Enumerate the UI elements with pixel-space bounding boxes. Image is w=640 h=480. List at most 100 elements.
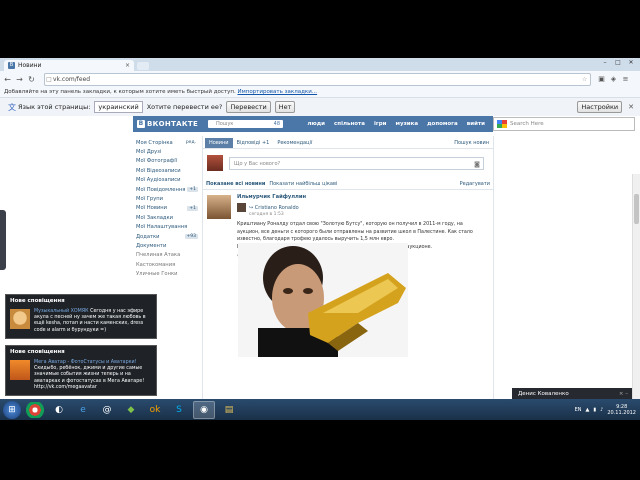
hamster-icon (10, 309, 30, 329)
camera-icon[interactable]: ◙ (474, 158, 480, 171)
wrench-icon[interactable]: ≡ (621, 75, 630, 84)
show-interesting[interactable]: Показати найбільш цікаві (269, 181, 337, 187)
tab-news[interactable]: Новини (205, 138, 233, 148)
post-author[interactable]: Ильмурчик Гайфуллин (237, 194, 489, 200)
left-menu-item[interactable]: Документи (136, 241, 198, 250)
network-icon[interactable]: ▮ (593, 407, 596, 413)
chrome-active-taskbar-icon[interactable]: ◉ (193, 400, 215, 419)
left-menu-item[interactable]: Додатки +93 (136, 232, 198, 241)
forward-arrow-icon[interactable]: → (15, 75, 24, 84)
language-select[interactable]: украинский (94, 101, 143, 113)
left-menu-item[interactable]: Мої Групи (136, 194, 198, 203)
left-menu-app[interactable]: Кастокомания (136, 260, 198, 269)
star-icon[interactable]: ☆ (582, 76, 590, 83)
explorer-taskbar-icon[interactable]: ▤ (219, 402, 239, 418)
vk-top-menu: люди спільнота ігри музика допомога вийт… (307, 121, 485, 127)
left-menu-item[interactable]: Мої Аудіозаписи (136, 176, 198, 185)
notification-popup[interactable]: Нове сповіщення Музыкальный ХОМЯК Сегодн… (5, 294, 157, 339)
menu-people[interactable]: люди (307, 121, 325, 127)
extension-icon[interactable]: ▣ (597, 75, 606, 84)
close-window-icon[interactable]: ✕ (626, 59, 636, 67)
skype-taskbar-icon[interactable]: S (169, 402, 189, 418)
translate-bar: 文 Язык этой страницы: украинский Хотите … (0, 98, 640, 117)
show-all-news[interactable]: Показане всі новини (206, 181, 265, 187)
menu-help[interactable]: допомога (427, 121, 458, 127)
left-menu-item[interactable]: Мої Налаштування (136, 223, 198, 232)
translate-label: Язык этой страницы: (18, 103, 91, 111)
left-menu-item[interactable]: Мої Повідомлення +1 (136, 185, 198, 194)
bookmarks-hint: Добавляйте на эту панель закладки, к кот… (4, 89, 236, 95)
menu-logout[interactable]: вийти (467, 121, 485, 127)
left-menu-item[interactable]: Мої Закладки (136, 213, 198, 222)
left-menu-item[interactable]: Мої Новини +1 (136, 204, 198, 213)
translate-settings-button[interactable]: Настройки (577, 101, 623, 113)
scrollbar-thumb[interactable] (634, 194, 639, 224)
menu-communities[interactable]: спільнота (334, 121, 365, 127)
minimize-icon[interactable]: – (600, 59, 610, 67)
google-search-box[interactable]: Search Here (493, 117, 635, 131)
avatar[interactable] (207, 155, 223, 171)
notification-app-name[interactable]: Мега Аватар - ФотоСтатусы и Аватарки! (34, 360, 137, 365)
back-arrow-icon[interactable]: ← (3, 75, 12, 84)
browser-taskbar-icon[interactable]: ◐ (49, 402, 69, 418)
extension-icon[interactable]: ◈ (609, 75, 618, 84)
maximize-icon[interactable]: □ (613, 59, 623, 67)
clock[interactable]: 9:28 20.11.2012 (607, 404, 636, 416)
new-post-box: Що у Вас нового? ◙ (207, 153, 489, 173)
translate-button[interactable]: Перевести (226, 101, 271, 113)
vk-header: B ВКОНТАКТЕ Пошук 48 люди спільнота ігри… (133, 116, 493, 132)
left-menu-item[interactable]: Моя Сторінка ред. (136, 138, 198, 147)
vk-logo[interactable]: B ВКОНТАКТЕ (137, 120, 198, 128)
extension-icons: ▣ ◈ ≡ (597, 75, 630, 84)
shared-author[interactable]: Cristiano Ronaldo (255, 205, 299, 211)
import-bookmarks-link[interactable]: Импортировать закладки... (237, 89, 317, 95)
tray-arrow-icon[interactable]: ▲ (586, 407, 590, 413)
menu-music[interactable]: музика (396, 121, 419, 127)
reload-icon[interactable]: ↻ (27, 75, 36, 84)
translate-question: Хотите перевести ее? (146, 103, 223, 111)
translate-close-icon[interactable]: ✕ (628, 103, 634, 111)
left-menu-app[interactable]: Уличные Гонки (136, 269, 198, 278)
tab-title: Новини (18, 62, 42, 69)
page-icon: □ (46, 75, 52, 83)
news-search-link[interactable]: Пошук новин (450, 138, 493, 148)
left-menu-item[interactable]: Мої Відеозаписи (136, 166, 198, 175)
post-author-avatar[interactable] (207, 195, 231, 219)
menu-games[interactable]: ігри (374, 121, 387, 127)
notification-popup[interactable]: Нове сповіщення Мега Аватар - ФотоСтатус… (5, 345, 157, 397)
volume-icon[interactable]: ♪ (600, 407, 603, 413)
no-translate-button[interactable]: Нет (274, 101, 296, 113)
tab-close-icon[interactable]: × (125, 62, 130, 69)
browser-tab[interactable]: B Новини × (4, 60, 134, 71)
side-widget-tab[interactable] (0, 210, 6, 270)
news-feed: Новини Відповіді +1 Рекомендації Пошук н… (202, 136, 494, 416)
notification-app-name[interactable]: Музыкальный ХОМЯК (34, 309, 89, 314)
tab-recommendations[interactable]: Рекомендації (273, 138, 316, 148)
start-button[interactable]: ⊞ (3, 400, 21, 419)
chat-contact-name: Денис Коваленко (518, 391, 569, 397)
address-bar[interactable]: □ vk.com/feed ☆ (44, 72, 591, 86)
mail-taskbar-icon[interactable]: @ (97, 402, 117, 418)
language-indicator[interactable]: EN (575, 407, 582, 413)
search-count: 48 (273, 121, 281, 127)
new-post-input[interactable]: Що у Вас нового? ◙ (229, 156, 484, 171)
left-menu-item[interactable]: Мої Друзі (136, 147, 198, 156)
tab-answers[interactable]: Відповіді +1 (233, 138, 274, 148)
post-photo[interactable] (238, 243, 408, 357)
edit-feed-link[interactable]: Редагувати (460, 181, 490, 187)
new-tab-button[interactable] (137, 62, 149, 70)
shared-avatar[interactable] (237, 203, 246, 212)
feed-filter-bar: Показане всі новини Показати найбільш ці… (203, 179, 493, 190)
post-time[interactable]: сегодня в 1:53 (249, 212, 489, 217)
page-scrollbar[interactable] (632, 174, 640, 420)
chrome-taskbar-icon[interactable] (25, 401, 45, 418)
chat-controls[interactable]: × – (619, 391, 628, 397)
app-taskbar-icon[interactable]: ◆ (121, 402, 141, 418)
vk-search-input[interactable]: Пошук 48 (208, 120, 284, 128)
left-menu-item[interactable]: Мої Фотографії (136, 157, 198, 166)
bookmarks-bar: Добавляйте на эту панель закладки, к кот… (0, 87, 640, 98)
ie-taskbar-icon[interactable]: e (73, 402, 93, 418)
left-menu-app[interactable]: Пчелиная Атака (136, 251, 198, 260)
ronaldo-golden-boot-photo (238, 243, 408, 357)
odnoklassniki-taskbar-icon[interactable]: ok (145, 402, 165, 418)
